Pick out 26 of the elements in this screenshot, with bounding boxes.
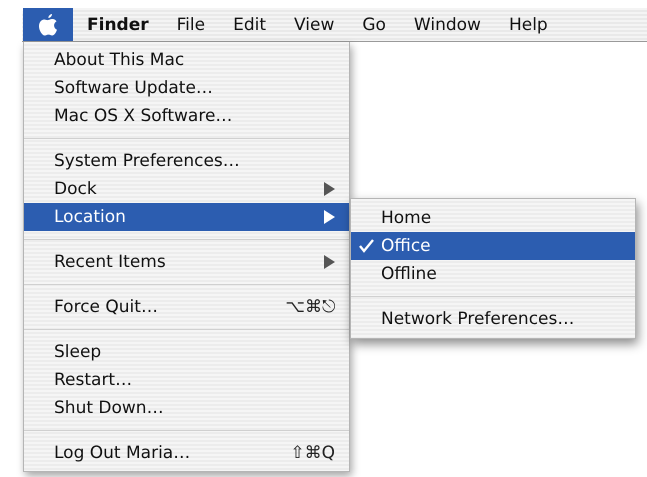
menu-title[interactable]: File: [162, 8, 220, 41]
menu-item[interactable]: Recent Items: [24, 248, 349, 276]
menu-item[interactable]: Restart…: [24, 366, 349, 394]
menu-item[interactable]: Dock: [24, 175, 349, 203]
check-icon: [359, 239, 375, 253]
menu-title[interactable]: Window: [400, 8, 495, 41]
menu-item[interactable]: Sleep: [24, 338, 349, 366]
apple-icon: [37, 12, 59, 38]
menu-title[interactable]: Go: [348, 8, 400, 41]
menu-item[interactable]: Software Update…: [24, 74, 349, 102]
menu-item[interactable]: Home: [351, 204, 635, 232]
apple-menu-title[interactable]: [23, 8, 73, 41]
menu-title[interactable]: Help: [494, 8, 562, 41]
menu-item[interactable]: About This Mac: [24, 46, 349, 74]
menu-item[interactable]: Mac OS X Software…: [24, 102, 349, 130]
menu-item[interactable]: Office: [351, 232, 635, 260]
menu-item[interactable]: Log Out Maria… ⇧⌘Q: [24, 439, 349, 467]
menu-item[interactable]: System Preferences…: [24, 147, 349, 175]
menu-title[interactable]: Edit: [219, 8, 280, 41]
menu-item[interactable]: Network Preferences…: [351, 305, 635, 333]
menu-item[interactable]: Location: [24, 203, 349, 231]
menu-title[interactable]: View: [280, 8, 348, 41]
menu-item[interactable]: Offline: [351, 260, 635, 288]
menu-title[interactable]: Finder: [73, 8, 163, 41]
menu-item[interactable]: Force Quit… ⌥⌘⎋: [24, 293, 349, 321]
menu-item[interactable]: Shut Down…: [24, 394, 349, 422]
